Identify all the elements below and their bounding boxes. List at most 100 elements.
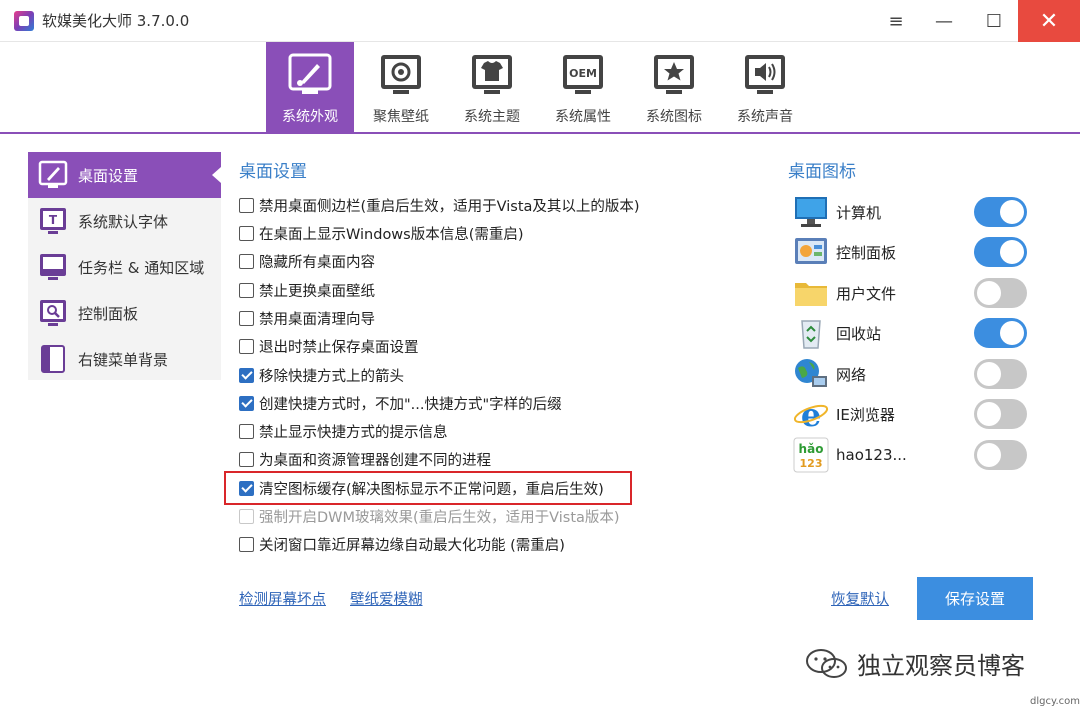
toggle-computer[interactable] [974,197,1027,227]
icon-label: 计算机 [836,203,882,222]
desktop-icon-computer: 计算机 [792,192,1042,232]
tab-system-appearance[interactable]: 系统外观 [266,42,354,132]
icon-label: 回收站 [836,324,882,343]
option-show-windows-version[interactable]: 在桌面上显示Windows版本信息(需重启) [239,222,524,244]
tshirt-icon [472,55,512,94]
hao123-icon: hǎo 123 [793,437,829,473]
checkbox[interactable] [239,310,254,326]
option-disable-aero-snap[interactable]: 关闭窗口靠近屏幕边缘自动最大化功能 (需重启) [239,533,565,555]
network-icon [795,359,827,387]
brush-icon [288,53,332,94]
checkbox[interactable] [239,536,254,552]
app-logo-icon [14,11,34,31]
close-button[interactable]: ✕ [1018,0,1080,42]
tab-focus-wallpaper[interactable]: 聚焦壁纸 [357,42,445,132]
toggle-network[interactable] [974,359,1027,389]
window-title: 软媒美化大师 3.7.0.0 [42,12,190,30]
option-disable-cleanup-wizard[interactable]: 禁用桌面清理向导 [239,307,375,329]
site-mark: dlgcy.com [1030,696,1080,707]
control-panel-icon [795,238,827,264]
minimize-button[interactable]: — [920,0,968,42]
save-settings-button[interactable]: 保存设置 [917,577,1033,620]
font-icon: T [40,208,66,234]
checkbox[interactable] [239,395,254,411]
title-bar: 软媒美化大师 3.7.0.0 ≡ — ☐ ✕ [0,0,1080,42]
sidebar-item-desktop-settings[interactable]: 桌面设置 [28,152,221,198]
option-label: 创建快捷方式时，不加"...快捷方式"字样的后缀 [259,396,562,413]
restore-default-link[interactable]: 恢复默认 [831,588,889,609]
option-separate-process[interactable]: 为桌面和资源管理器创建不同的进程 [239,448,491,470]
maximize-button[interactable]: ☐ [970,0,1018,42]
option-hide-shortcut-tips[interactable]: 禁止显示快捷方式的提示信息 [239,420,448,442]
tab-system-sound[interactable]: 系统声音 [721,42,809,132]
sidebar-item-label: 控制面板 [78,304,139,323]
toggle-hao123[interactable] [974,440,1027,470]
star-icon [654,55,694,94]
option-remove-shortcut-arrow[interactable]: 移除快捷方式上的箭头 [239,364,404,386]
recycle-bin-icon [801,320,821,349]
toggle-control-panel[interactable] [974,237,1027,267]
checkbox[interactable] [239,451,254,467]
watermark: 独立观察员博客 [805,646,1025,681]
svg-text:T: T [49,213,58,227]
toggle-recycle-bin[interactable] [974,318,1027,348]
oem-text: OEM [569,67,597,80]
sidebar-item-label: 桌面设置 [78,166,139,185]
tab-system-theme[interactable]: 系统主题 [448,42,536,132]
option-label: 禁用桌面侧边栏(重启后生效，适用于Vista及其以上的版本) [259,198,640,215]
tab-label: 系统声音 [737,109,793,125]
checkbox[interactable] [239,282,254,298]
desktop-settings-icon [38,160,68,188]
option-lock-wallpaper[interactable]: 禁止更换桌面壁纸 [239,279,375,301]
desktop-icon-control-panel: 控制面板 [792,232,1042,272]
checkbox[interactable] [239,367,254,383]
detect-dead-pixels-link[interactable]: 检测屏幕坏点 [239,588,326,609]
checkbox[interactable] [239,423,254,439]
sidebar-item-default-font[interactable]: T 系统默认字体 [28,198,221,244]
icon-label: 用户文件 [836,284,897,303]
checkbox[interactable] [239,480,254,496]
watermark-text: 独立观察员博客 [857,652,1025,680]
option-label: 为桌面和资源管理器创建不同的进程 [259,452,491,469]
checkbox[interactable] [239,197,254,213]
toggle-user-files[interactable] [974,278,1027,308]
sidebar-item-taskbar[interactable]: 任务栏 & 通知区域 [28,244,221,290]
option-label: 强制开启DWM玻璃效果(重启后生效，适用于Vista版本) [259,509,620,526]
desktop-icon-user-files: 用户文件 [792,273,1042,313]
sidebar-item-label: 系统默认字体 [78,212,169,231]
tab-system-properties[interactable]: OEM 系统属性 [539,42,627,132]
menu-button[interactable]: ≡ [872,0,920,42]
checkbox [239,508,254,524]
wallpaper-blur-link[interactable]: 壁纸爱模糊 [350,588,423,609]
computer-icon [795,197,827,227]
sidebar-item-context-menu-bg[interactable]: 右键菜单背景 [28,336,221,382]
side-nav: 桌面设置 T 系统默认字体 任务栏 & 通知区域 控制面板 右键菜单背景 [28,152,221,380]
option-label: 清空图标缓存(解决图标显示不正常问题，重启后生效) [259,481,604,498]
icon-label: IE浏览器 [836,405,895,424]
desktop-icons-title: 桌面图标 [788,162,856,182]
option-label: 隐藏所有桌面内容 [259,254,375,271]
tab-label: 系统外观 [282,109,338,125]
option-label: 关闭窗口靠近屏幕边缘自动最大化功能 (需重启) [259,537,565,554]
tab-system-icons[interactable]: 系统图标 [630,42,718,132]
icon-label: hao123... [836,446,907,464]
desktop-settings-title: 桌面设置 [239,162,307,182]
icon-label: 网络 [836,365,867,384]
checkbox[interactable] [239,253,254,269]
option-no-shortcut-suffix[interactable]: 创建快捷方式时，不加"...快捷方式"字样的后缀 [239,392,562,414]
toggle-ie[interactable] [974,399,1027,429]
option-disable-sidebar[interactable]: 禁用桌面侧边栏(重启后生效，适用于Vista及其以上的版本) [239,194,640,216]
wallpaper-icon [381,55,421,94]
sidebar-item-label: 任务栏 & 通知区域 [78,258,205,277]
checkbox[interactable] [239,225,254,241]
option-clear-icon-cache[interactable]: 清空图标缓存(解决图标显示不正常问题，重启后生效) [239,477,604,499]
speaker-icon [745,55,785,94]
sidebar-item-control-panel[interactable]: 控制面板 [28,290,221,336]
checkbox[interactable] [239,338,254,354]
tab-label: 系统属性 [555,109,611,125]
oem-icon: OEM [563,55,603,94]
option-no-save-on-exit[interactable]: 退出时禁止保存桌面设置 [239,335,419,357]
option-hide-desktop-content[interactable]: 隐藏所有桌面内容 [239,250,375,272]
option-force-dwm-glass: 强制开启DWM玻璃效果(重启后生效，适用于Vista版本) [239,505,620,527]
control-panel-icon [40,300,66,326]
